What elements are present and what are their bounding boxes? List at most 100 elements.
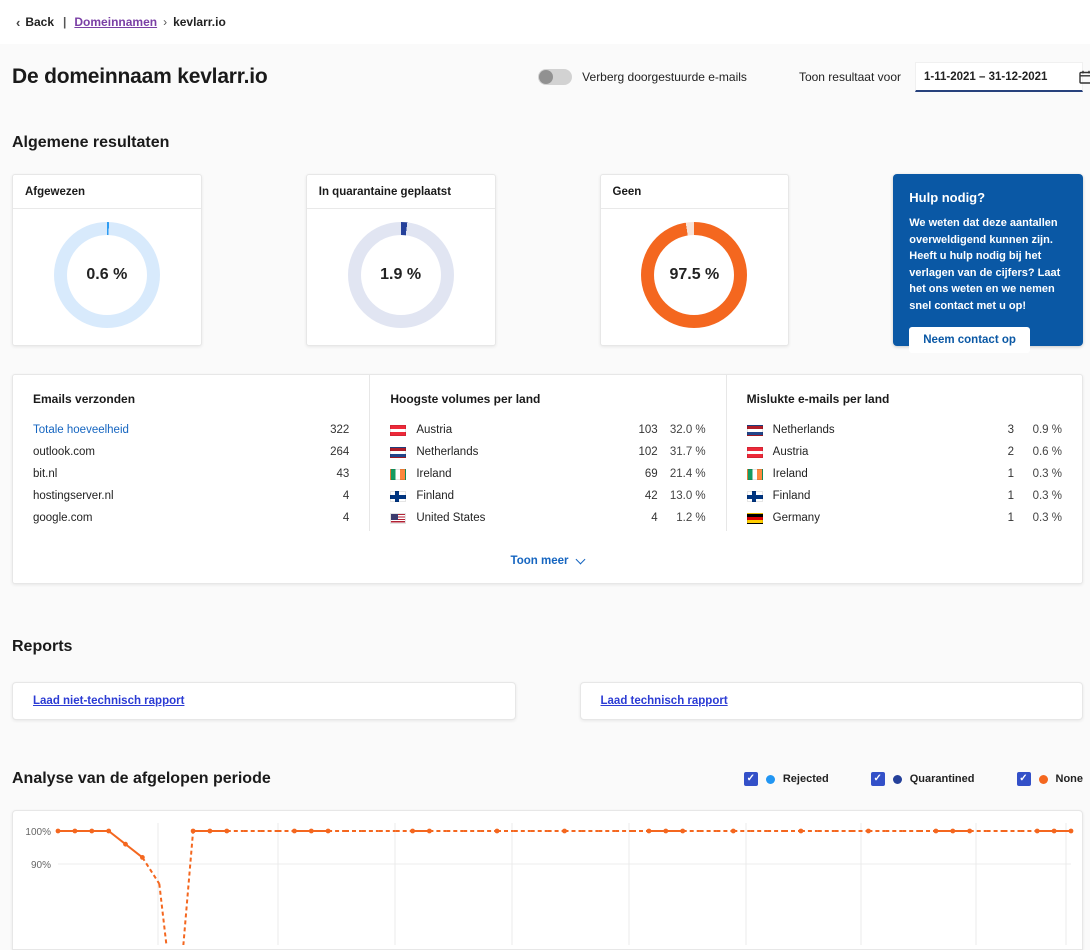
stat-row: Netherlands 10231.7 % [390, 441, 705, 463]
stat-count: 4 [313, 490, 349, 502]
stat-percent: 21.4 % [658, 468, 706, 480]
page-header: De domeinnaam kevlarr.io Verberg doorges… [12, 62, 1083, 92]
help-card: Hulp nodig? We weten dat deze aantallen … [893, 174, 1083, 346]
donut-card-title: Afgewezen [13, 175, 201, 209]
stat-label: Finland [390, 490, 621, 502]
chevron-right-icon: › [163, 15, 167, 29]
stat-row: Austria 20.6 % [747, 441, 1062, 463]
breadcrumb-separator: | [63, 15, 66, 29]
stat-label: hostingserver.nl [33, 490, 313, 502]
stat-label[interactable]: Totale hoeveelheid [33, 424, 313, 436]
donut-card-title: In quarantaine geplaatst [307, 175, 495, 209]
legend-label: Rejected [783, 773, 829, 785]
legend-dot-icon [893, 775, 902, 784]
stat-percent: 0.3 % [1014, 490, 1062, 502]
stat-row: bit.nl 43 [33, 463, 349, 485]
stat-row: Finland 4213.0 % [390, 485, 705, 507]
chevron-down-icon [576, 554, 586, 564]
legend-dot-icon [1039, 775, 1048, 784]
stat-row: Netherlands 30.9 % [747, 419, 1062, 441]
email-stats-card: Emails verzonden Totale hoeveelheid 322 … [12, 374, 1083, 584]
at-flag-icon [747, 447, 763, 458]
contact-button[interactable]: Neem contact op [909, 327, 1030, 353]
donut-chart: 1.9 % [348, 222, 454, 328]
stat-label: bit.nl [33, 468, 313, 480]
donut-chart: 0.6 % [54, 222, 160, 328]
ie-flag-icon [747, 469, 763, 480]
section-title-reports: Reports [12, 638, 1083, 656]
stat-percent: 0.6 % [1014, 446, 1062, 458]
stat-label: Austria [390, 424, 621, 436]
legend-checkbox[interactable]: ✓ [744, 772, 758, 786]
legend-item-none: ✓ None [1017, 772, 1084, 786]
stat-count: 4 [622, 512, 658, 524]
breadcrumb: ‹ Back | Domeinnamen › kevlarr.io [0, 0, 1090, 44]
section-title-general: Algemene resultaten [12, 134, 1083, 152]
stat-count: 1 [978, 468, 1014, 480]
donut-card-title: Geen [601, 175, 789, 209]
back-link[interactable]: ‹ Back [16, 15, 54, 30]
stat-row: hostingserver.nl 4 [33, 485, 349, 507]
chevron-left-icon: ‹ [16, 15, 20, 30]
fi-flag-icon [390, 491, 406, 502]
analysis-line-chart: 100%90% [13, 815, 1082, 945]
chart-legend: ✓ Rejected ✓ Quarantined ✓ None [744, 772, 1083, 786]
stats-column-title: Hoogste volumes per land [390, 392, 705, 406]
stat-count: 322 [313, 424, 349, 436]
stats-column: Mislukte e-mails per land Netherlands 30… [726, 375, 1082, 531]
hide-forwarded-toggle[interactable] [538, 69, 572, 85]
stats-column: Emails verzonden Totale hoeveelheid 322 … [13, 375, 369, 531]
legend-checkbox[interactable]: ✓ [1017, 772, 1031, 786]
date-range-input[interactable] [924, 71, 1079, 83]
report-download-link[interactable]: Laad niet-technisch rapport [33, 695, 184, 707]
stat-label: Ireland [747, 468, 978, 480]
legend-checkbox[interactable]: ✓ [871, 772, 885, 786]
stat-row: outlook.com 264 [33, 441, 349, 463]
reports-grid: Laad niet-technisch rapport Laad technis… [12, 682, 1083, 720]
date-range-label: Toon resultaat voor [799, 70, 901, 84]
calendar-icon[interactable] [1079, 70, 1090, 84]
stat-label: Netherlands [747, 424, 978, 436]
stat-label: outlook.com [33, 446, 313, 458]
email-stats-columns: Emails verzonden Totale hoeveelheid 322 … [13, 375, 1082, 531]
stat-count: 1 [978, 512, 1014, 524]
date-range-field[interactable] [915, 62, 1083, 92]
breadcrumb-link-domeinnamen[interactable]: Domeinnamen [74, 15, 157, 29]
stat-percent: 0.9 % [1014, 424, 1062, 436]
legend-dot-icon [766, 775, 775, 784]
help-card-title: Hulp nodig? [909, 190, 1067, 205]
page-title: De domeinnaam kevlarr.io [12, 65, 267, 89]
back-label: Back [25, 15, 54, 29]
at-flag-icon [390, 425, 406, 436]
stats-column-title: Emails verzonden [33, 392, 349, 406]
stat-row: Totale hoeveelheid 322 [33, 419, 349, 441]
stat-percent: 31.7 % [658, 446, 706, 458]
donut-value: 97.5 % [669, 266, 719, 284]
svg-text:100%: 100% [25, 827, 51, 838]
analysis-header-row: Analyse van de afgelopen periode ✓ Rejec… [12, 770, 1083, 788]
show-more-label: Toon meer [511, 555, 569, 567]
stat-percent: 13.0 % [658, 490, 706, 502]
donut-value: 0.6 % [86, 266, 127, 284]
stat-count: 103 [622, 424, 658, 436]
donut-card: Afgewezen 0.6 % [12, 174, 202, 346]
donut-chart: 97.5 % [641, 222, 747, 328]
general-results-grid: Afgewezen 0.6 % In quarantaine geplaatst… [12, 174, 1083, 346]
de-flag-icon [747, 513, 763, 524]
stat-count: 69 [622, 468, 658, 480]
donut-card: Geen 97.5 % [600, 174, 790, 346]
report-download-link[interactable]: Laad technisch rapport [601, 695, 728, 707]
nl-flag-icon [747, 425, 763, 436]
stat-label: Germany [747, 512, 978, 524]
stat-row: Ireland 10.3 % [747, 463, 1062, 485]
ie-flag-icon [390, 469, 406, 480]
stat-percent: 0.3 % [1014, 468, 1062, 480]
legend-label: None [1056, 773, 1084, 785]
stat-label: Ireland [390, 468, 621, 480]
report-card: Laad technisch rapport [580, 682, 1084, 720]
legend-item-rejected: ✓ Rejected [744, 772, 829, 786]
toggle-knob [539, 70, 553, 84]
stat-percent: 32.0 % [658, 424, 706, 436]
stat-count: 1 [978, 490, 1014, 502]
show-more-button[interactable]: Toon meer [13, 531, 1082, 583]
